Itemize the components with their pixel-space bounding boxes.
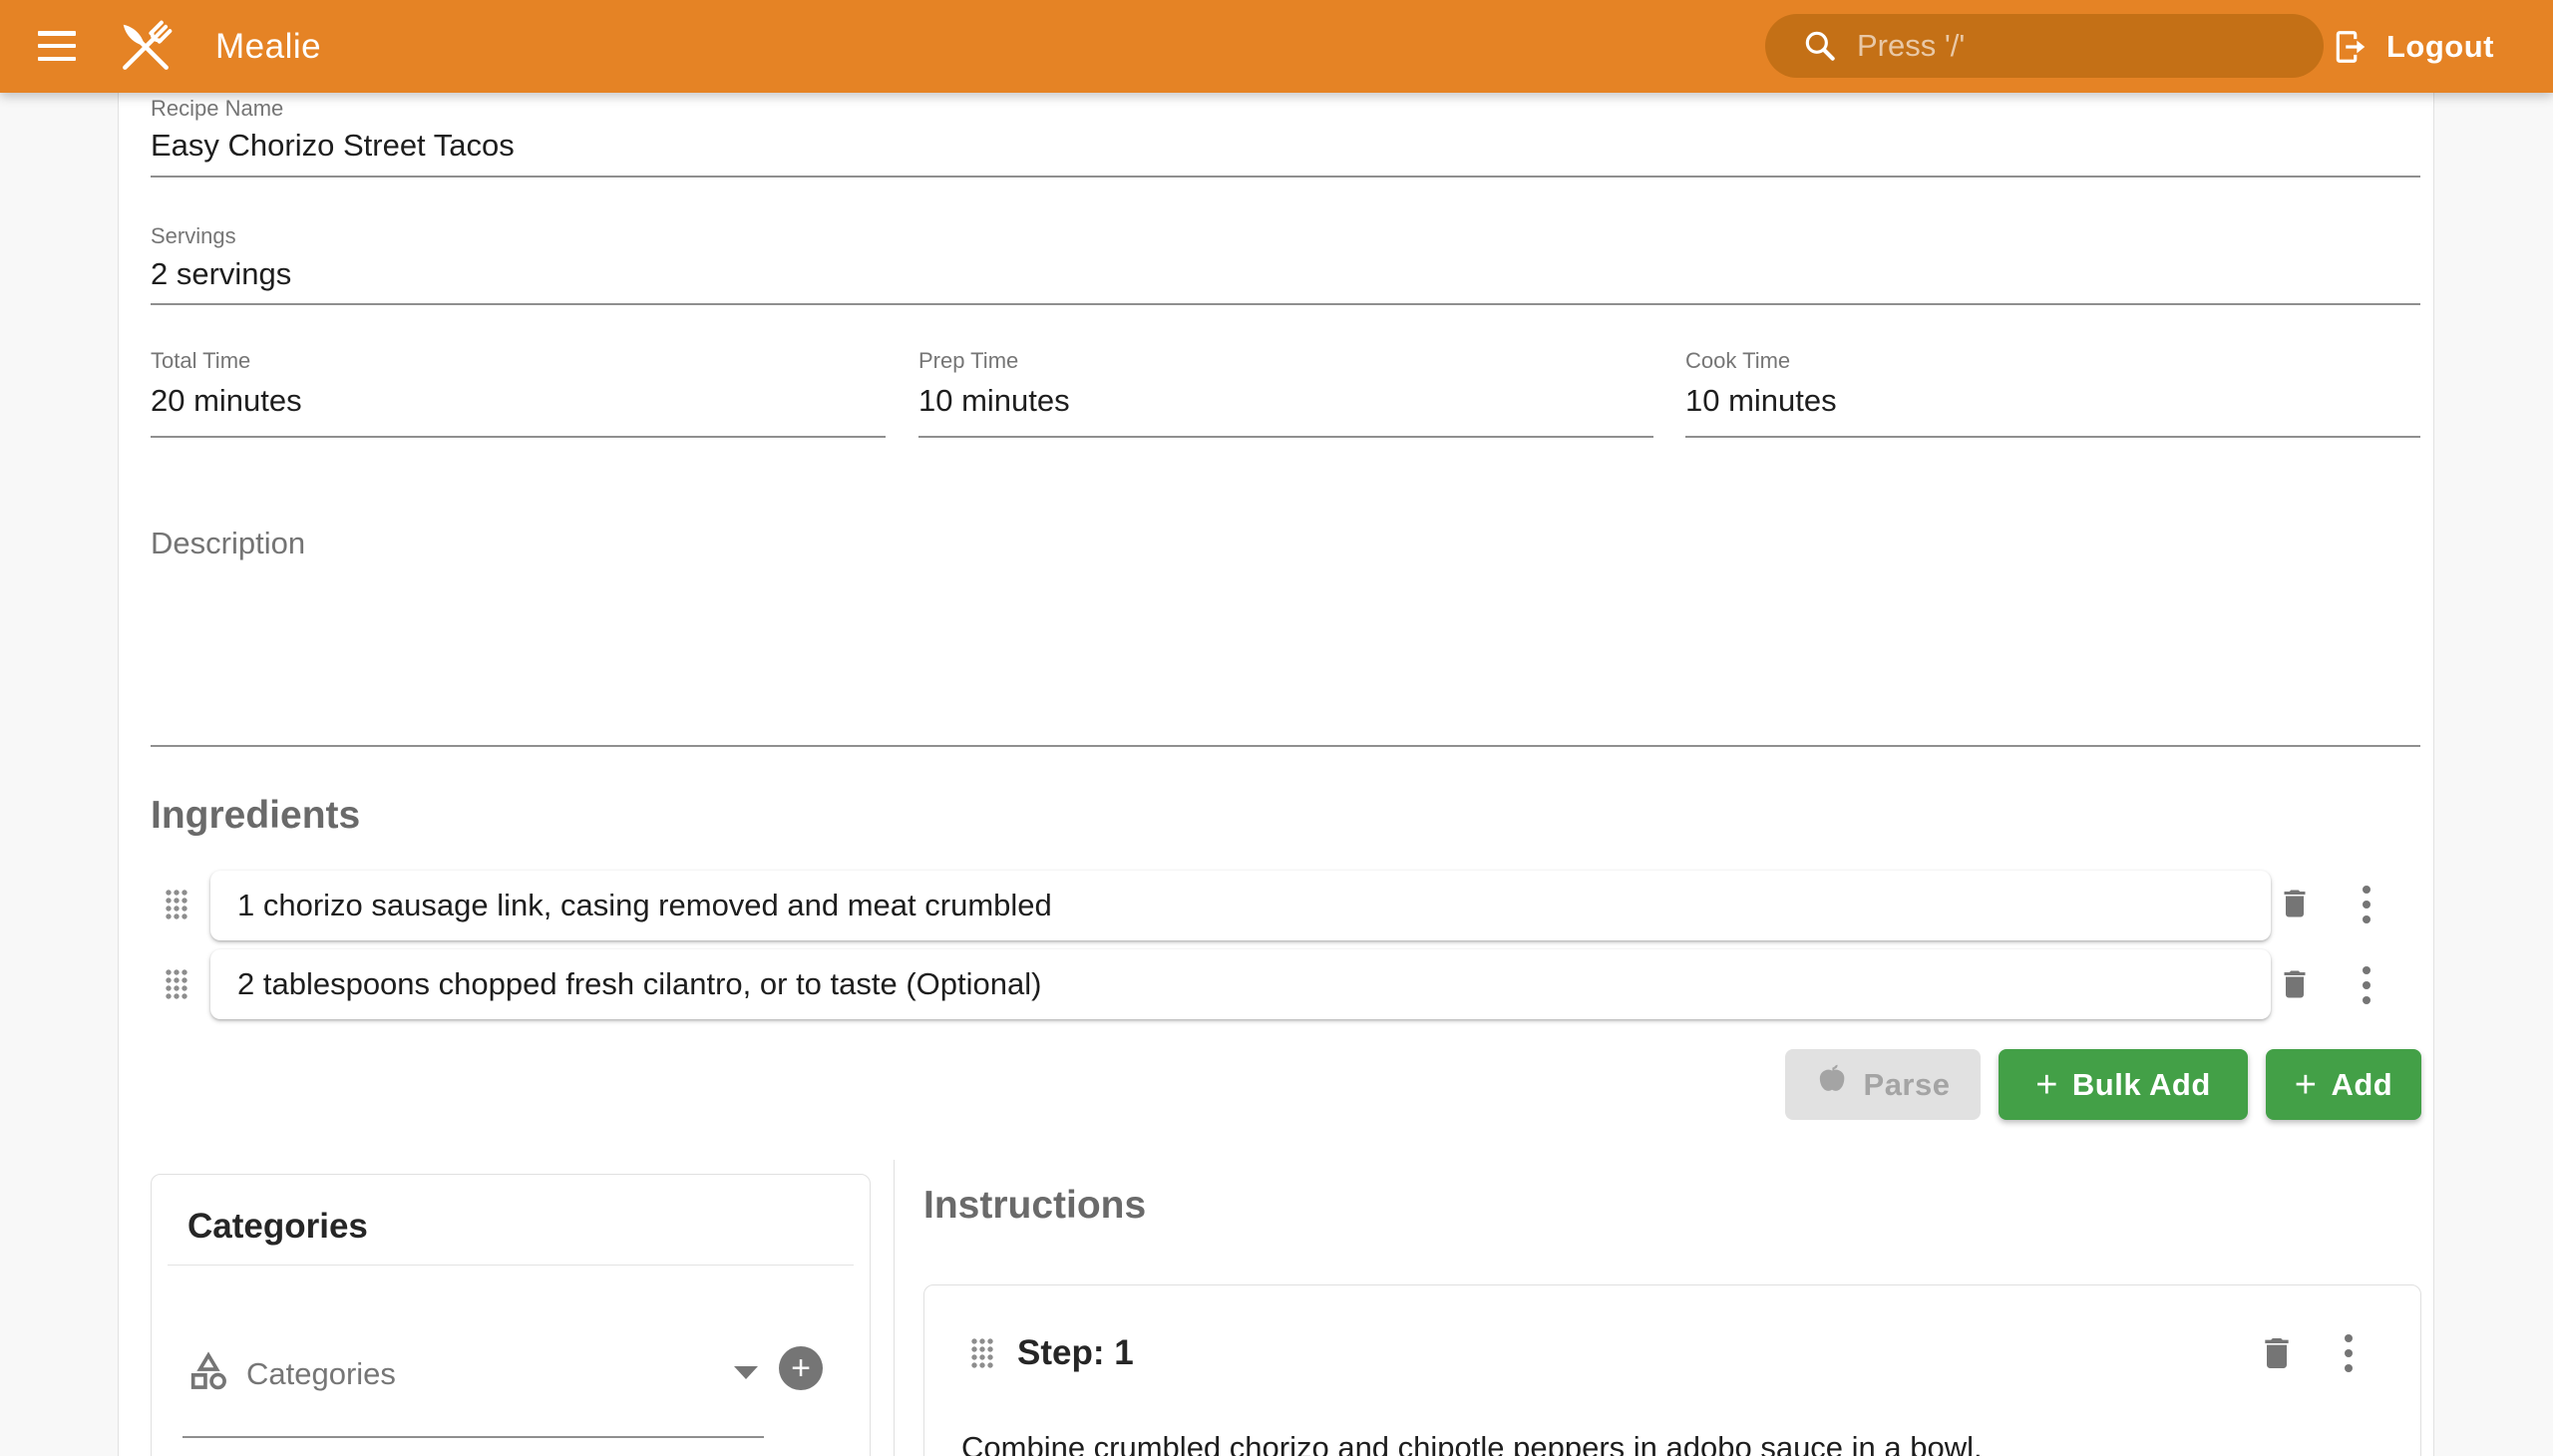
add-ingredient-button[interactable]: + Add <box>2266 1049 2421 1120</box>
plus-icon: + <box>2295 1066 2318 1104</box>
apple-icon <box>1816 1064 1850 1106</box>
categories-card-title: Categories <box>187 1207 368 1247</box>
servings-underline <box>151 303 2420 305</box>
recipe-name-underline <box>151 176 2420 178</box>
create-category-button[interactable]: + <box>779 1346 823 1390</box>
ingredient-text-input[interactable]: 2 tablespoons chopped fresh cilantro, or… <box>237 966 1041 1002</box>
ingredient-row[interactable]: 1 chorizo sausage link, casing removed a… <box>210 871 2271 940</box>
step-title: Step: 1 <box>1017 1333 1134 1373</box>
search-bar[interactable] <box>1765 14 2324 78</box>
app-title: Mealie <box>215 0 321 93</box>
shapes-category-icon <box>185 1348 231 1399</box>
step-description-textarea[interactable]: Combine crumbled chorizo and chipotle pe… <box>961 1428 2377 1456</box>
ingredient-menu-kebab-icon[interactable] <box>2362 966 2371 1004</box>
search-input[interactable] <box>1855 27 2278 65</box>
ingredients-heading: Ingredients <box>151 794 360 838</box>
prep-time-underline <box>918 436 1653 438</box>
app-bar: Mealie Logout <box>0 0 2553 93</box>
ingredient-row[interactable]: 2 tablespoons chopped fresh cilantro, or… <box>210 949 2271 1019</box>
plus-icon: + <box>791 1349 811 1388</box>
parse-button[interactable]: Parse <box>1785 1049 1981 1120</box>
instructions-heading: Instructions <box>923 1184 1146 1228</box>
description-underline <box>151 745 2420 747</box>
prep-time-input[interactable]: 10 minutes <box>918 383 1070 419</box>
total-time-input[interactable]: 20 minutes <box>151 383 302 419</box>
drag-handle-icon[interactable] <box>165 889 188 920</box>
cook-time-underline <box>1685 436 2420 438</box>
delete-ingredient-icon[interactable] <box>2277 965 2313 1008</box>
logout-label: Logout <box>2386 29 2494 65</box>
parse-button-label: Parse <box>1864 1067 1951 1103</box>
description-textarea[interactable] <box>151 558 2420 718</box>
column-divider <box>894 1160 895 1456</box>
total-time-underline <box>151 436 886 438</box>
menu-hamburger-icon[interactable] <box>38 31 76 61</box>
delete-step-icon[interactable] <box>2257 1332 2297 1379</box>
logout-icon <box>2332 28 2370 66</box>
search-icon <box>1801 27 1839 65</box>
servings-input[interactable]: 2 servings <box>151 256 291 292</box>
categories-select[interactable]: Categories <box>246 1356 396 1392</box>
step-menu-kebab-icon[interactable] <box>2344 1334 2354 1372</box>
logout-button[interactable]: Logout <box>2332 0 2494 93</box>
mealie-logo-icon <box>110 11 182 83</box>
add-button-label: Add <box>2331 1067 2392 1103</box>
categories-select-underline <box>182 1436 764 1438</box>
recipe-name-label: Recipe Name <box>151 96 283 122</box>
servings-label: Servings <box>151 223 236 249</box>
delete-ingredient-icon[interactable] <box>2277 885 2313 927</box>
drag-handle-icon[interactable] <box>970 1337 994 1369</box>
ingredient-menu-kebab-icon[interactable] <box>2362 886 2371 923</box>
categories-title-divider <box>168 1265 854 1266</box>
bulk-add-button[interactable]: + Bulk Add <box>1999 1049 2248 1120</box>
total-time-label: Total Time <box>151 348 250 374</box>
chevron-down-icon[interactable] <box>734 1366 758 1379</box>
mealie-recipe-edit-page: Recipe Name Easy Chorizo Street Tacos Se… <box>0 0 2553 1456</box>
recipe-name-input[interactable]: Easy Chorizo Street Tacos <box>151 128 515 164</box>
plus-icon: + <box>2035 1066 2058 1104</box>
drag-handle-icon[interactable] <box>165 968 188 1000</box>
cook-time-label: Cook Time <box>1685 348 1790 374</box>
bulk-add-button-label: Bulk Add <box>2072 1067 2211 1103</box>
ingredient-text-input[interactable]: 1 chorizo sausage link, casing removed a… <box>237 888 1052 923</box>
cook-time-input[interactable]: 10 minutes <box>1685 383 1837 419</box>
description-label: Description <box>151 526 305 561</box>
prep-time-label: Prep Time <box>918 348 1018 374</box>
